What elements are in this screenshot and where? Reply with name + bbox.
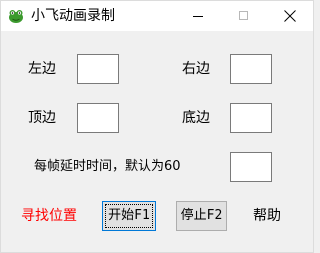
top-input[interactable] [77, 103, 119, 133]
top-label: 顶边 [28, 110, 56, 126]
stop-button[interactable]: 停止F2 [176, 201, 227, 231]
app-window: 小飞动画录制 左边 右边 顶边 底边 每帧延时时间，默认为60 寻找位置 开始F… [0, 0, 314, 253]
left-input[interactable] [77, 54, 119, 84]
delay-input[interactable] [230, 152, 272, 182]
frog-icon [9, 10, 23, 23]
bottom-input[interactable] [230, 103, 272, 133]
left-label: 左边 [28, 61, 56, 77]
minimize-icon [193, 16, 203, 17]
start-button[interactable]: 开始F1 [102, 201, 156, 231]
right-label: 右边 [182, 61, 210, 77]
delay-label: 每帧延时时间，默认为60 [34, 159, 181, 174]
maximize-button[interactable] [221, 1, 267, 31]
find-position-link[interactable]: 寻找位置 [21, 207, 77, 225]
title-bar[interactable]: 小飞动画录制 [1, 1, 313, 31]
close-icon [284, 10, 296, 22]
help-link[interactable]: 帮助 [253, 207, 281, 225]
start-button-label: 开始F1 [108, 208, 150, 223]
bottom-label: 底边 [182, 110, 210, 126]
window-title: 小飞动画录制 [31, 8, 115, 24]
maximize-icon [239, 11, 248, 20]
close-button[interactable] [267, 1, 313, 31]
right-input[interactable] [230, 54, 272, 84]
minimize-button[interactable] [175, 1, 221, 31]
